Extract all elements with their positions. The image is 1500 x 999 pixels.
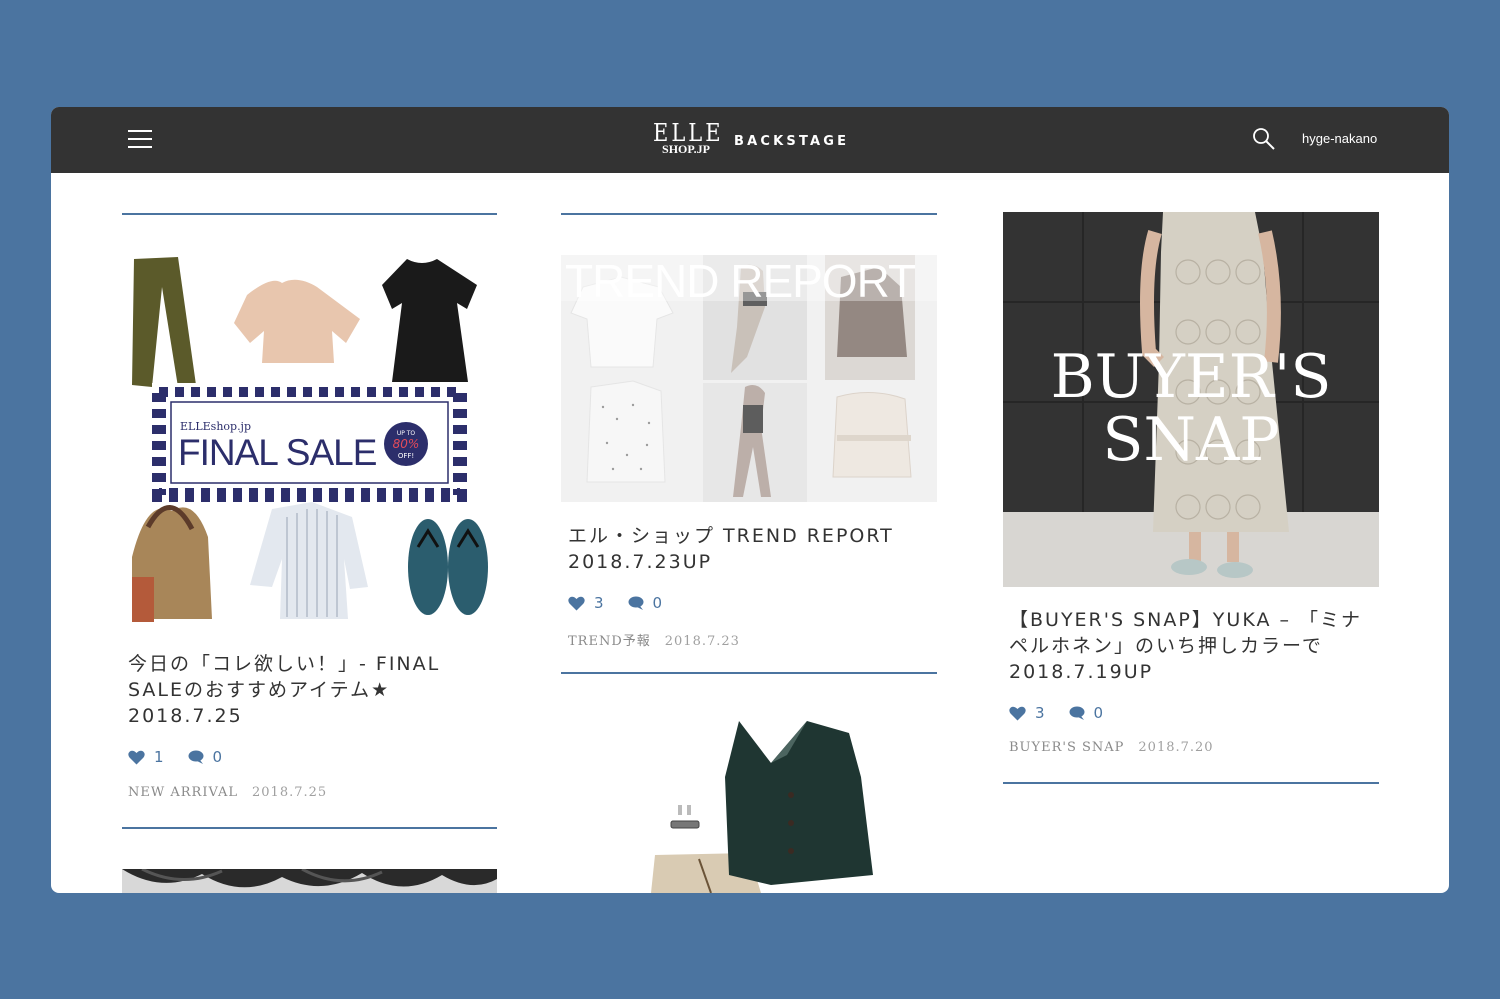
card-thumbnail-buyers-snap[interactable]: BUYER'S SNAP <box>1003 212 1379 587</box>
card-category[interactable]: NEW ARRIVAL <box>128 785 238 800</box>
user-account-link[interactable]: hyge-nakano <box>1302 131 1377 146</box>
comment-count-value: 0 <box>652 594 663 612</box>
like-count-value: 3 <box>594 594 604 612</box>
badge-off: OFF! <box>398 452 414 460</box>
comment-count-value: 0 <box>1093 704 1104 722</box>
top-navigation-bar: ELLE SHOP.JP BACKSTAGE hyge-nakano <box>51 107 1449 173</box>
buyers-snap-overlay-line2: SNAP <box>1102 405 1279 475</box>
card-stats: 3 0 <box>568 594 686 612</box>
card-meta: NEW ARRIVAL 2018.7.25 <box>128 785 327 800</box>
card-thumbnail-final-sale[interactable]: ELLEshop.jp FINAL SALE UP TO 80% OFF! <box>122 247 497 632</box>
card-title[interactable]: エル・ショップ TREND REPORT 2018.7.23UP <box>568 523 933 575</box>
card-thumbnail-trend-report[interactable]: TREND REPORT <box>561 247 937 502</box>
card-meta: BUYER'S SNAP 2018.7.20 <box>1009 740 1214 755</box>
like-count-value: 3 <box>1035 704 1045 722</box>
badge-percent: 80% <box>393 437 420 451</box>
heart-icon <box>1009 706 1026 720</box>
card-thumbnail-vest[interactable] <box>561 707 937 893</box>
comment-count[interactable]: 0 <box>188 748 223 766</box>
comment-count[interactable]: 0 <box>628 594 663 612</box>
comment-icon <box>188 750 204 764</box>
card-title[interactable]: 今日の「コレ欲しい！」- FINAL SALEのおすすめアイテム★ 2018.7… <box>128 651 498 729</box>
column-divider <box>122 213 497 215</box>
search-icon[interactable] <box>1252 127 1276 151</box>
card-category[interactable]: BUYER'S SNAP <box>1009 740 1124 755</box>
heart-icon <box>568 596 585 610</box>
comment-count-value: 0 <box>212 748 223 766</box>
card-stats: 3 0 <box>1009 704 1127 722</box>
like-count[interactable]: 3 <box>1009 704 1045 722</box>
badge-up-to: UP TO <box>397 430 416 437</box>
like-count[interactable]: 1 <box>128 748 164 766</box>
like-count[interactable]: 3 <box>568 594 604 612</box>
card-title[interactable]: 【BUYER'S SNAP】YUKA – 「ミナ ペルホネン」のいち押しカラーで… <box>1009 607 1379 685</box>
card-stats: 1 0 <box>128 748 246 766</box>
comment-count[interactable]: 0 <box>1069 704 1104 722</box>
card-date: 2018.7.20 <box>1138 740 1214 755</box>
card-date: 2018.7.23 <box>664 634 740 649</box>
card-date: 2018.7.25 <box>252 785 328 800</box>
column-divider <box>561 213 937 215</box>
elle-shop-logo[interactable]: ELLE SHOP.JP <box>653 119 724 161</box>
column-divider <box>561 672 937 674</box>
banner-final-sale: FINAL SALE <box>178 432 377 473</box>
comment-icon <box>1069 706 1085 720</box>
buyers-snap-overlay-line1: BUYER'S <box>1051 342 1332 412</box>
card-category[interactable]: TREND予報 <box>568 634 651 649</box>
card-meta: TREND予報 2018.7.23 <box>568 630 740 649</box>
card-thumbnail-next[interactable] <box>122 869 497 893</box>
like-count-value: 1 <box>154 748 164 766</box>
logo-elle: ELLE <box>653 119 724 147</box>
browser-window: ELLE SHOP.JP BACKSTAGE hyge-nakano ELLEs… <box>51 107 1449 893</box>
column-divider <box>122 827 497 829</box>
hamburger-menu-icon[interactable] <box>128 129 152 149</box>
heart-icon <box>128 750 145 764</box>
comment-icon <box>628 596 644 610</box>
column-divider <box>1003 782 1379 784</box>
site-name: BACKSTAGE <box>734 134 850 149</box>
